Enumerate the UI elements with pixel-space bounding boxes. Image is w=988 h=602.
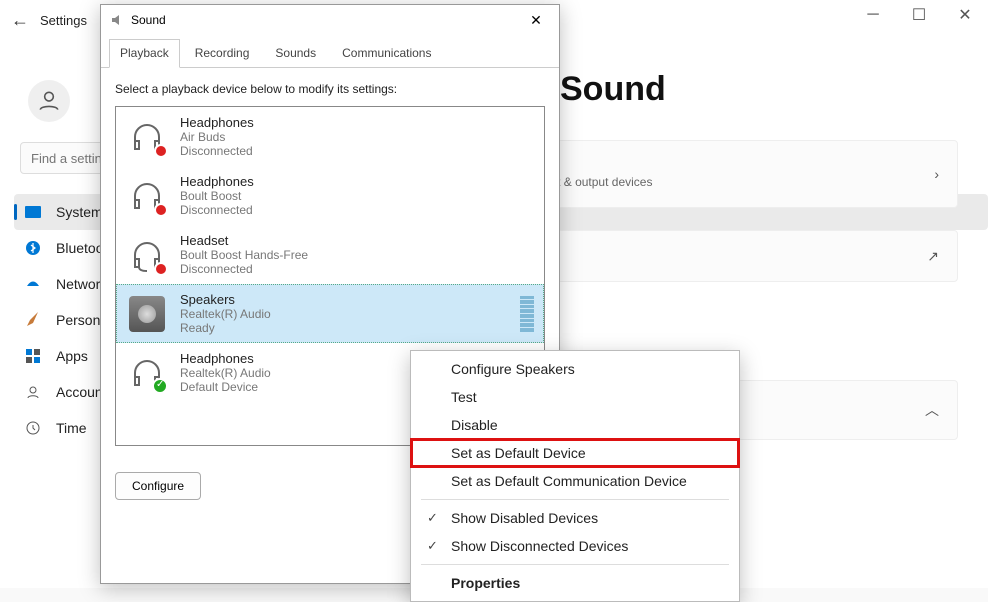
apps-icon	[24, 347, 42, 365]
close-button[interactable]: ✕	[942, 0, 988, 30]
nav-label: System	[56, 204, 103, 220]
headset-icon	[126, 234, 168, 276]
configure-button[interactable]: Configure	[115, 472, 201, 500]
ctx-set-default-device[interactable]: Set as Default Device	[411, 439, 739, 467]
level-meter	[520, 296, 534, 332]
brush-icon	[24, 311, 42, 329]
page-title: Sound	[560, 70, 666, 109]
dialog-title: Sound	[131, 13, 521, 27]
speaker-icon	[126, 293, 168, 335]
sound-icon	[109, 12, 125, 28]
instruction-text: Select a playback device below to modify…	[115, 82, 545, 96]
down-arrow-badge	[154, 203, 168, 217]
tab-recording[interactable]: Recording	[184, 39, 261, 67]
device-sub: Air Buds	[180, 130, 534, 144]
device-status: Disconnected	[180, 144, 534, 158]
settings-title: Settings	[40, 13, 87, 28]
device-item-selected[interactable]: Speakers Realtek(R) Audio Ready	[116, 284, 544, 343]
dialog-tabs: Playback Recording Sounds Communications	[101, 35, 559, 68]
tab-communications[interactable]: Communications	[331, 39, 442, 67]
device-name: Headphones	[180, 115, 534, 130]
ctx-disable[interactable]: Disable	[411, 411, 739, 439]
back-button[interactable]: ←	[0, 10, 40, 31]
network-icon	[24, 275, 42, 293]
window-controls: ─ ☐ ✕	[850, 0, 988, 30]
ctx-configure-speakers[interactable]: Configure Speakers	[411, 355, 739, 383]
dialog-close-button[interactable]: ✕	[521, 12, 551, 29]
down-arrow-badge	[154, 262, 168, 276]
device-name: Speakers	[180, 292, 508, 307]
maximize-button[interactable]: ☐	[896, 0, 942, 30]
nav-label: Apps	[56, 348, 88, 364]
device-sub: Boult Boost Hands-Free	[180, 248, 534, 262]
ctx-show-disconnected[interactable]: Show Disconnected Devices	[411, 532, 739, 560]
minimize-button[interactable]: ─	[850, 0, 896, 30]
dialog-titlebar: Sound ✕	[101, 5, 559, 35]
ctx-show-disabled[interactable]: Show Disabled Devices	[411, 504, 739, 532]
bluetooth-icon	[24, 239, 42, 257]
device-name: Headset	[180, 233, 534, 248]
external-icon: ↗	[927, 248, 939, 265]
device-sub: Realtek(R) Audio	[180, 307, 508, 321]
ctx-test[interactable]: Test	[411, 383, 739, 411]
device-item[interactable]: Headphones Boult Boost Disconnected	[116, 166, 544, 225]
tab-playback[interactable]: Playback	[109, 39, 180, 68]
device-name: Headphones	[180, 174, 534, 189]
system-icon	[24, 203, 42, 221]
headphones-default-icon	[126, 352, 168, 394]
separator	[421, 564, 729, 565]
context-menu: Configure Speakers Test Disable Set as D…	[410, 350, 740, 602]
device-status: Disconnected	[180, 203, 534, 217]
nav-label: Time	[56, 420, 87, 436]
headphones-icon	[126, 116, 168, 158]
headphones-icon	[126, 175, 168, 217]
chevron-right-icon: ›	[934, 166, 939, 182]
device-item[interactable]: Headphones Air Buds Disconnected	[116, 107, 544, 166]
down-arrow-badge	[154, 144, 168, 158]
chevron-up-icon: ︿	[925, 400, 939, 420]
device-item[interactable]: Headset Boult Boost Hands-Free Disconnec…	[116, 225, 544, 284]
tab-sounds[interactable]: Sounds	[264, 39, 327, 67]
device-sub: Boult Boost	[180, 189, 534, 203]
device-status: Ready	[180, 321, 508, 335]
accounts-icon	[24, 383, 42, 401]
separator	[421, 499, 729, 500]
avatar[interactable]	[28, 80, 70, 122]
device-status: Disconnected	[180, 262, 534, 276]
check-badge	[152, 378, 168, 394]
ctx-properties[interactable]: Properties	[411, 569, 739, 597]
user-icon	[36, 88, 62, 114]
ctx-set-default-comm[interactable]: Set as Default Communication Device	[411, 467, 739, 495]
time-icon	[24, 419, 42, 437]
